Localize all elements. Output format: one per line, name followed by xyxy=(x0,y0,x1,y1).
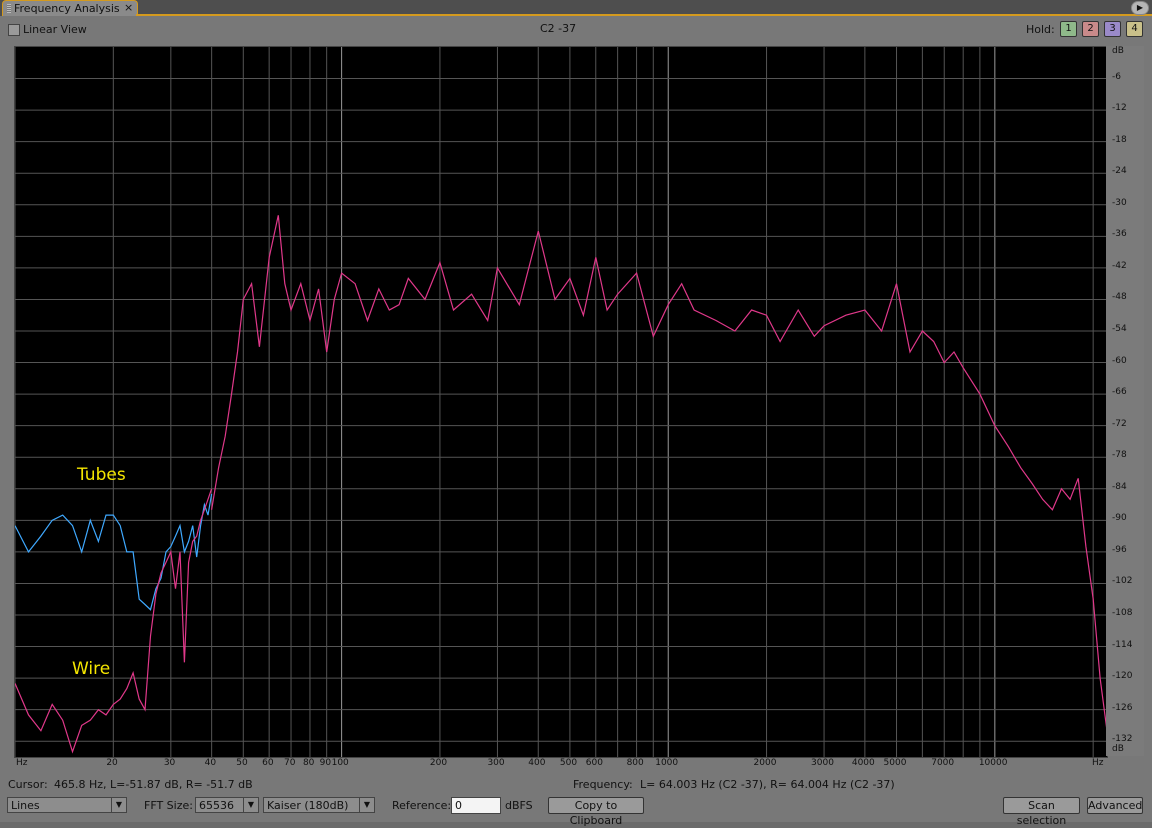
hold-button-2[interactable]: 2 xyxy=(1082,21,1099,37)
tab-frequency-analysis[interactable]: Frequency Analysis × xyxy=(2,0,138,16)
fft-size-label: FFT Size: xyxy=(144,799,193,812)
x-tick-label: 4000 xyxy=(851,758,875,768)
x-tick-label: 7000 xyxy=(931,758,955,768)
x-tick-label: Hz xyxy=(16,758,28,768)
y-tick-label: -30 xyxy=(1112,197,1127,208)
chevron-down-icon: ▼ xyxy=(111,798,126,812)
tab-bar: Frequency Analysis × ▶ xyxy=(0,0,1152,16)
tab-title: Frequency Analysis xyxy=(14,2,120,15)
x-tick-label: 400 xyxy=(528,758,546,768)
window-select[interactable]: Kaiser (180dB) ▼ xyxy=(263,797,375,813)
x-tick-label: 200 xyxy=(429,758,448,768)
x-tick-label: 10000 xyxy=(978,758,1008,768)
spectrum-chart[interactable]: Tubes Wire xyxy=(14,47,1108,757)
frequency-label: Frequency: xyxy=(573,778,633,791)
annotation-wire: Wire xyxy=(72,659,110,679)
y-tick-label: -6 xyxy=(1112,71,1121,82)
y-tick-label: -60 xyxy=(1112,355,1127,366)
x-tick-label: 90 xyxy=(319,758,332,768)
y-tick-label: -84 xyxy=(1112,481,1127,492)
fft-size-select[interactable]: 65536 ▼ xyxy=(195,797,259,813)
y-tick-label: -72 xyxy=(1112,418,1127,429)
display-mode-select[interactable]: Lines ▼ xyxy=(7,797,127,813)
x-tick-label: 5000 xyxy=(883,758,907,768)
hold-button-3[interactable]: 3 xyxy=(1104,21,1121,37)
chevron-down-icon: ▼ xyxy=(243,798,258,812)
x-tick-label: Hz xyxy=(1092,758,1104,768)
y-tick-label: -54 xyxy=(1112,324,1127,334)
advanced-button[interactable]: Advanced xyxy=(1087,797,1143,814)
window-value: Kaiser (180dB) xyxy=(267,799,349,812)
top-toolbar: Linear View C2 -37 Hold: 1 2 3 4 xyxy=(0,16,1152,42)
x-tick-label: 100 xyxy=(331,758,349,768)
cursor-value: 465.8 Hz, L=-51.87 dB, R= -51.7 dB xyxy=(54,778,253,791)
frequency-value: L= 64.003 Hz (C2 -37), R= 64.004 Hz (C2 … xyxy=(640,778,895,791)
annotation-tubes: Tubes xyxy=(76,465,126,485)
x-tick-label: 3000 xyxy=(811,758,834,768)
db-axis: dB -6 -12 -18 -24 -30 -36 -42 -48 -54 -60 -66 -72 -78… xyxy=(1106,46,1144,756)
x-tick-label: 300 xyxy=(487,758,505,768)
x-tick-label: 60 xyxy=(262,758,274,768)
panel-menu-icon[interactable]: ▶ xyxy=(1131,1,1149,15)
y-tick-label: -66 xyxy=(1112,387,1127,398)
y-tick-label: -120 xyxy=(1112,671,1133,682)
grip-icon[interactable] xyxy=(7,4,11,13)
x-tick-label: 80 xyxy=(302,758,315,768)
spectrum-plot[interactable]: Tubes Wire xyxy=(14,46,1108,758)
x-tick-label: 70 xyxy=(284,758,296,768)
fft-size-value: 65536 xyxy=(199,799,234,812)
y-tick-label: -24 xyxy=(1112,166,1127,177)
reference-unit: dBFS xyxy=(505,799,533,812)
x-tick-label: 40 xyxy=(204,758,217,768)
chevron-down-icon: ▼ xyxy=(359,798,374,812)
y-tick-label: dB xyxy=(1112,744,1124,754)
y-tick-label: -12 xyxy=(1112,103,1127,114)
x-tick-label: 20 xyxy=(106,758,118,768)
hold-label: Hold: xyxy=(1026,23,1055,36)
x-tick-label: 50 xyxy=(236,758,248,768)
y-tick-label: -36 xyxy=(1112,229,1127,240)
close-icon[interactable]: × xyxy=(124,1,133,14)
x-tick-label: 600 xyxy=(585,758,603,768)
y-tick-label: -78 xyxy=(1112,450,1127,461)
x-tick-label: 500 xyxy=(559,758,578,768)
pitch-readout: C2 -37 xyxy=(540,22,577,35)
y-tick-label: dB xyxy=(1112,46,1124,56)
linear-view-checkbox[interactable] xyxy=(8,24,20,36)
y-tick-label: -108 xyxy=(1112,608,1133,618)
y-tick-label: -114 xyxy=(1112,639,1133,650)
frequency-axis: Hz 20 30 40 50 60 70 80 90 100 200 300 400 500 600 800 1… xyxy=(14,756,1106,772)
y-tick-label: -90 xyxy=(1112,513,1127,524)
copy-to-clipboard-button[interactable]: Copy to Clipboard xyxy=(548,797,644,827)
x-tick-label: 2000 xyxy=(753,758,777,768)
y-tick-label: -132 xyxy=(1112,734,1133,745)
linear-view-label: Linear View xyxy=(23,23,87,36)
x-tick-label: 30 xyxy=(163,758,176,768)
y-tick-label: -102 xyxy=(1112,576,1133,587)
y-tick-label: -96 xyxy=(1112,544,1127,555)
y-tick-label: -42 xyxy=(1112,260,1127,271)
reference-input[interactable]: 0 xyxy=(451,797,501,814)
reference-label: Reference: xyxy=(392,799,452,812)
scan-selection-button[interactable]: Scan selection xyxy=(1003,797,1080,827)
y-tick-label: -48 xyxy=(1112,292,1127,303)
hold-button-4[interactable]: 4 xyxy=(1126,21,1143,37)
display-mode-value: Lines xyxy=(11,799,40,812)
cursor-label: Cursor: xyxy=(8,778,48,791)
x-tick-label: 800 xyxy=(626,758,644,768)
hold-button-1[interactable]: 1 xyxy=(1060,21,1077,37)
y-tick-label: -18 xyxy=(1112,134,1127,145)
x-tick-label: 1000 xyxy=(655,758,679,768)
y-tick-label: -126 xyxy=(1112,702,1133,713)
series-line-combined xyxy=(211,215,1108,731)
